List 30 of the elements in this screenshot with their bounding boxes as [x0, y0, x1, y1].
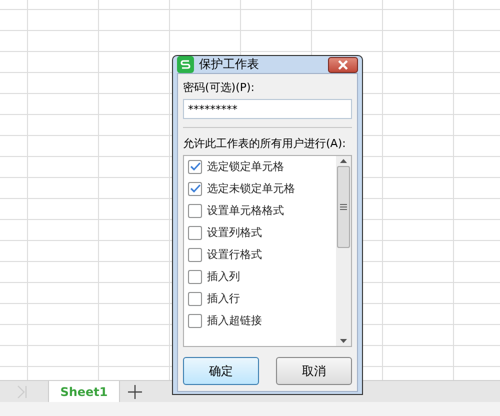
checkbox[interactable]: [188, 292, 202, 306]
checkbox[interactable]: [188, 182, 202, 196]
password-field[interactable]: *********: [183, 99, 352, 119]
checkbox[interactable]: [188, 270, 202, 284]
add-sheet-icon[interactable]: [128, 384, 142, 398]
scrollbar-thumb[interactable]: [337, 166, 350, 248]
permissions-label: 允许此工作表的所有用户进行(A):: [183, 136, 347, 151]
close-button[interactable]: [328, 56, 358, 72]
permission-label[interactable]: 设置单元格格式: [207, 203, 284, 218]
checkbox[interactable]: [188, 248, 202, 262]
checkbox[interactable]: [188, 226, 202, 240]
permission-label[interactable]: 设置列格式: [207, 225, 262, 240]
cancel-button[interactable]: 取消: [276, 357, 352, 385]
dialog-title: 保护工作表: [199, 56, 260, 73]
permission-label[interactable]: 插入行: [207, 291, 240, 306]
checkbox[interactable]: [188, 160, 202, 174]
scroll-down-icon[interactable]: [340, 339, 347, 343]
permission-label[interactable]: 选定未锁定单元格: [207, 181, 295, 196]
scroll-up-icon[interactable]: [340, 159, 347, 163]
checkbox[interactable]: [188, 204, 202, 218]
permission-label[interactable]: 设置行格式: [207, 247, 262, 262]
permission-label[interactable]: 插入列: [207, 269, 240, 284]
close-icon: [337, 60, 349, 70]
scrollbar[interactable]: [336, 156, 351, 346]
permission-label[interactable]: 选定锁定单元格: [207, 159, 284, 174]
checkbox[interactable]: [188, 314, 202, 328]
password-label: 密码(可选)(P):: [183, 80, 256, 95]
app-logo-icon: [177, 56, 194, 73]
ok-button[interactable]: 确定: [183, 357, 259, 385]
permission-label[interactable]: 插入超链接: [207, 313, 262, 328]
